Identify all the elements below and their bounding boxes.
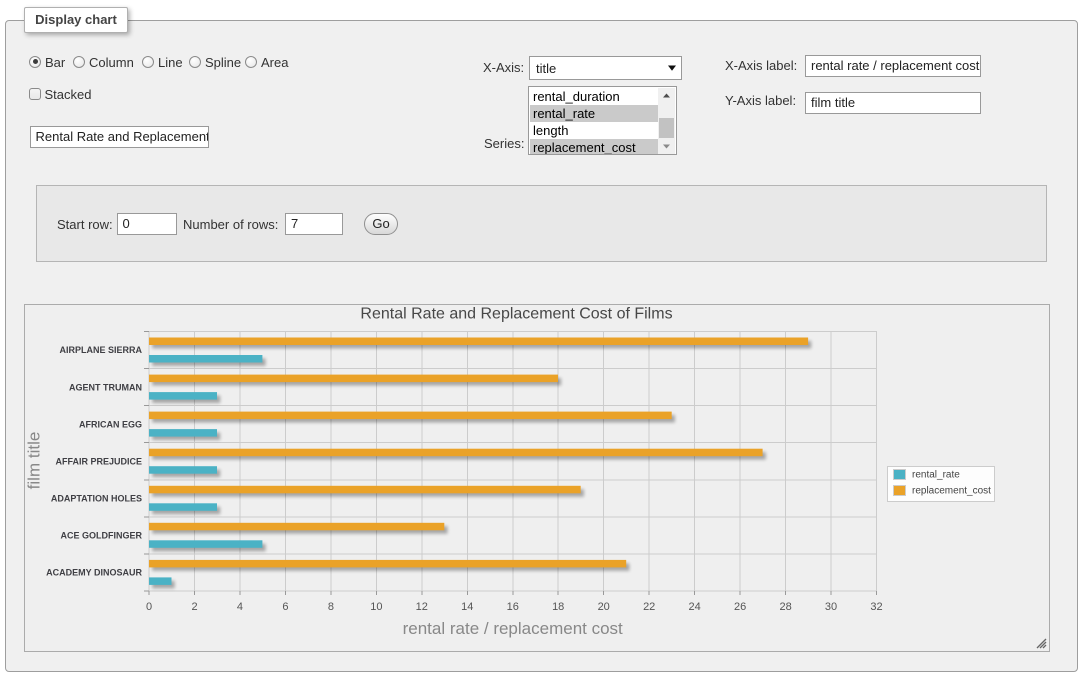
svg-text:0: 0: [146, 601, 152, 613]
svg-text:AIRPLANE SIERRA: AIRPLANE SIERRA: [59, 345, 142, 355]
svg-text:Rental Rate and Replacement Co: Rental Rate and Replacement Cost of Film…: [360, 306, 672, 323]
svg-text:28: 28: [779, 601, 791, 613]
svg-text:ACE GOLDFINGER: ACE GOLDFINGER: [60, 531, 142, 541]
svg-text:ACADEMY DINOSAUR: ACADEMY DINOSAUR: [46, 568, 142, 578]
svg-text:AFFAIR PREJUDICE: AFFAIR PREJUDICE: [55, 456, 142, 466]
svg-text:6: 6: [282, 601, 288, 613]
svg-text:film title: film title: [25, 432, 44, 490]
svg-text:24: 24: [688, 601, 700, 613]
svg-text:14: 14: [461, 601, 473, 613]
svg-text:32: 32: [870, 601, 882, 613]
svg-text:18: 18: [552, 601, 564, 613]
svg-text:AGENT TRUMAN: AGENT TRUMAN: [69, 382, 142, 392]
svg-text:8: 8: [328, 601, 334, 613]
svg-text:30: 30: [825, 601, 837, 613]
svg-text:rental_rate: rental_rate: [912, 470, 960, 481]
svg-text:26: 26: [734, 601, 746, 613]
svg-text:replacement_cost: replacement_cost: [912, 486, 991, 497]
svg-text:AFRICAN EGG: AFRICAN EGG: [79, 419, 142, 429]
svg-text:rental rate / replacement cost: rental rate / replacement cost: [403, 619, 623, 638]
svg-text:16: 16: [507, 601, 519, 613]
svg-text:10: 10: [370, 601, 382, 613]
svg-text:2: 2: [191, 601, 197, 613]
svg-text:ADAPTATION HOLES: ADAPTATION HOLES: [51, 494, 142, 504]
svg-text:12: 12: [416, 601, 428, 613]
svg-text:20: 20: [598, 601, 610, 613]
svg-text:22: 22: [643, 601, 655, 613]
svg-text:4: 4: [237, 601, 243, 613]
